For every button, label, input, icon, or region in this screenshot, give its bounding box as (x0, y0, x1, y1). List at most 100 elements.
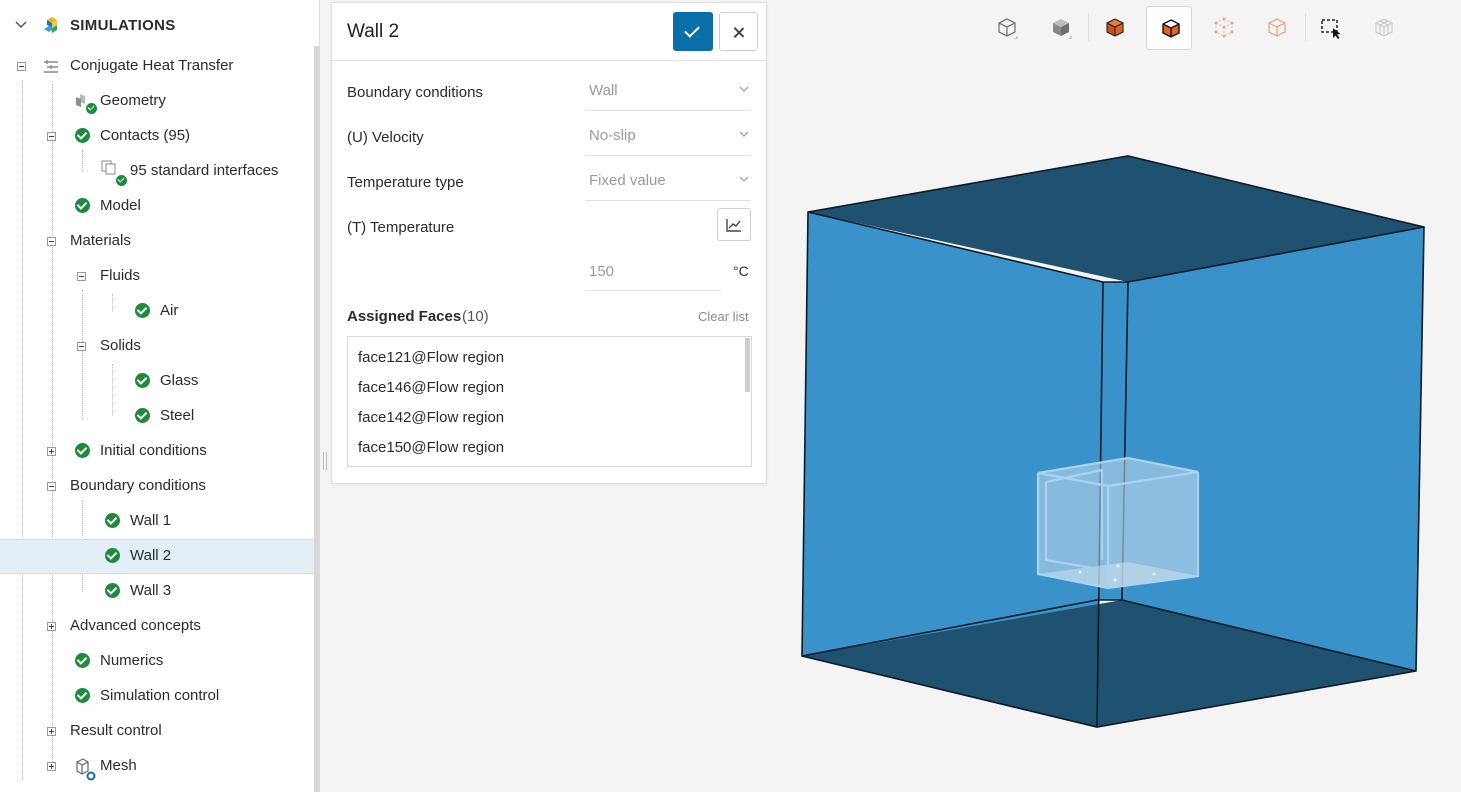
tree-item-geometry[interactable]: Geometry (0, 84, 316, 119)
3d-viewport[interactable] (770, 140, 1450, 740)
status-check-icon (105, 548, 120, 563)
expand-toggle[interactable] (47, 447, 56, 456)
tree-item-initial-conditions[interactable]: Initial conditions (0, 434, 316, 469)
status-check-icon (75, 128, 90, 143)
tree-item-glass[interactable]: Glass (0, 364, 316, 399)
list-item[interactable]: face121@Flow region (358, 349, 504, 366)
tree-item-fluids[interactable]: Fluids (0, 259, 316, 294)
status-check-icon (105, 583, 120, 598)
status-check-icon (135, 408, 150, 423)
temperature-type-select[interactable]: Fixed value (585, 159, 751, 201)
collapse-toggle[interactable] (17, 62, 26, 71)
tree-item-air[interactable]: Air (0, 294, 316, 329)
chevron-down-icon (739, 131, 749, 137)
glass-solid[interactable] (1036, 456, 1200, 590)
tree-item-conjugate-heat-transfer[interactable]: Conjugate Heat Transfer (0, 49, 316, 84)
clear-list-link[interactable]: Clear list (698, 309, 749, 324)
cube-orange-icon (1106, 18, 1124, 37)
boundary-condition-panel: Wall 2 Boundary conditions Wall (U) Velo… (331, 2, 767, 484)
chart-icon (726, 219, 741, 232)
collapse-toggle[interactable] (47, 482, 56, 491)
box-select-icon (1321, 19, 1341, 39)
panel-header: Wall 2 (332, 3, 766, 61)
tree-header: SIMULATIONS (0, 0, 316, 52)
mesh-icon (74, 757, 98, 783)
select-vertex-button[interactable] (1200, 6, 1246, 50)
status-check-icon (105, 513, 120, 528)
tree-item-mesh[interactable]: Mesh (0, 749, 316, 784)
temperature-input[interactable]: 150 (585, 251, 721, 291)
close-button[interactable] (719, 12, 758, 51)
assigned-faces-list[interactable]: face121@Flow region face146@Flow region … (347, 336, 752, 467)
list-item[interactable]: face150@Flow region (358, 439, 504, 456)
temperature-unit: °C (733, 263, 749, 279)
tree-item-wall-2[interactable]: Wall 2 (0, 539, 316, 574)
simulation-icon (44, 60, 58, 73)
geometry-icon (74, 92, 97, 114)
mesh-view-button[interactable] (1360, 6, 1406, 50)
velocity-label: (U) Velocity (347, 129, 424, 146)
cube-outline-icon (998, 18, 1018, 39)
tree-item-result-control[interactable]: Result control (0, 714, 316, 749)
list-item[interactable]: face146@Flow region (358, 379, 504, 396)
chevron-down-icon (739, 86, 749, 92)
assigned-faces-count: (10) (462, 308, 489, 325)
tree-item-advanced-concepts[interactable]: Advanced concepts (0, 609, 316, 644)
expand-toggle[interactable] (47, 622, 56, 631)
panel-title: Wall 2 (347, 21, 400, 42)
tree-item-contacts[interactable]: Contacts (95) (0, 119, 316, 154)
tree-item-wall-3[interactable]: Wall 3 (0, 574, 316, 609)
boundary-conditions-label: Boundary conditions (347, 84, 483, 101)
cube-vertex-icon (1214, 17, 1234, 38)
temperature-type-label: Temperature type (347, 174, 464, 191)
view-outline-button[interactable] (983, 6, 1029, 50)
velocity-select[interactable]: No-slip (585, 114, 751, 156)
faces-scrollbar[interactable] (745, 338, 750, 392)
chevron-down-icon[interactable] (14, 18, 28, 32)
box-right-wall[interactable] (1122, 227, 1424, 671)
box-select-button[interactable] (1307, 6, 1353, 50)
status-check-icon (135, 303, 150, 318)
interfaces-icon (101, 160, 127, 186)
tree-item-wall-1[interactable]: Wall 1 (0, 504, 316, 539)
status-check-icon (75, 443, 90, 458)
select-edge-button[interactable] (1253, 6, 1299, 50)
expand-toggle[interactable] (47, 727, 56, 736)
boundary-conditions-select[interactable]: Wall (585, 69, 751, 111)
expand-toggle[interactable] (47, 762, 56, 771)
table-input-button[interactable] (717, 208, 751, 241)
mesh-cube-icon (1375, 18, 1393, 37)
status-check-icon (75, 198, 90, 213)
tree-item-numerics[interactable]: Numerics (0, 644, 316, 679)
tree-title: SIMULATIONS (70, 17, 176, 34)
tree-item-simulation-control[interactable]: Simulation control (0, 679, 316, 714)
status-check-icon (135, 373, 150, 388)
simscale-logo-icon (44, 17, 57, 33)
list-item[interactable]: face142@Flow region (358, 409, 504, 426)
view-solid-button[interactable] (1037, 6, 1083, 50)
tree-item-materials[interactable]: Materials (0, 224, 316, 259)
simulation-tree: SIMULATIONS Conjugate Heat Transfer Geom… (0, 0, 320, 792)
tree-item-steel[interactable]: Steel (0, 399, 316, 434)
cube-face-select-icon (1162, 19, 1180, 38)
collapse-toggle[interactable] (47, 132, 56, 141)
confirm-button[interactable] (673, 12, 713, 51)
select-face-button[interactable] (1146, 6, 1192, 50)
status-check-icon (116, 175, 127, 186)
cube-solid-icon (1053, 19, 1072, 39)
temperature-label: (T) Temperature (347, 219, 455, 236)
tree-scrollbar[interactable] (314, 46, 319, 792)
collapse-toggle[interactable] (47, 237, 56, 246)
status-check-icon (75, 653, 90, 668)
assigned-faces-title: Assigned Faces (347, 308, 462, 325)
status-check-icon (75, 688, 90, 703)
select-volume-button[interactable] (1091, 6, 1137, 50)
panel-resize-handle[interactable] (323, 452, 327, 470)
collapse-toggle[interactable] (77, 272, 86, 281)
chevron-down-icon (739, 176, 749, 182)
tree-item-model[interactable]: Model (0, 189, 316, 224)
tree-item-standard-interfaces[interactable]: 95 standard interfaces (0, 154, 316, 189)
tree-item-solids[interactable]: Solids (0, 329, 316, 364)
tree-item-boundary-conditions[interactable]: Boundary conditions (0, 469, 316, 504)
collapse-toggle[interactable] (77, 342, 86, 351)
